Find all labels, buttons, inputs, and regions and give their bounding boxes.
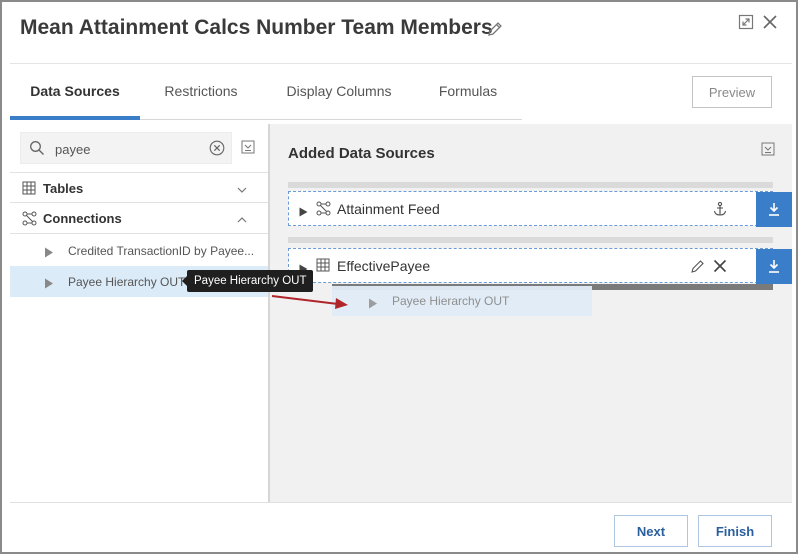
expand-arrow-icon	[368, 296, 378, 309]
section-label: Tables	[43, 181, 84, 196]
drag-arrow-icon	[271, 295, 348, 309]
clear-search-icon[interactable]	[209, 140, 225, 156]
anchor-icon[interactable]	[712, 201, 728, 217]
download-icon	[769, 260, 779, 273]
expand-icon[interactable]	[738, 14, 756, 32]
search-box	[20, 132, 232, 164]
close-icon[interactable]	[762, 14, 780, 32]
collapse-all-icon[interactable]	[241, 140, 255, 154]
tab-display-columns[interactable]: Display Columns	[272, 64, 406, 120]
table-icon	[316, 258, 331, 273]
connection-item-credited-transactionid[interactable]: Credited TransactionID by Payee...	[10, 235, 268, 266]
tab-restrictions[interactable]: Restrictions	[140, 64, 262, 120]
dialog-header: Mean Attainment Calcs Number Team Member…	[2, 2, 796, 62]
tab-formulas[interactable]: Formulas	[416, 64, 520, 120]
next-button[interactable]: Next	[614, 515, 688, 547]
active-tab-indicator	[10, 116, 140, 120]
drop-zone	[288, 182, 773, 188]
section-connections[interactable]: Connections	[10, 203, 268, 234]
data-source-attainment-feed[interactable]: Attainment Feed	[288, 191, 792, 227]
expand-arrow-icon[interactable]	[44, 245, 54, 258]
right-panel: Added Data Sources Attainment Feed Effec…	[270, 124, 792, 502]
dialog-title: Mean Attainment Calcs Number Team Member…	[20, 16, 493, 39]
pencil-icon[interactable]	[690, 258, 706, 274]
download-icon	[769, 203, 779, 216]
preview-button[interactable]: Preview	[692, 76, 772, 108]
chevron-down-icon[interactable]	[236, 183, 248, 195]
pencil-icon[interactable]	[486, 20, 504, 38]
tab-bar: Data Sources Restrictions Display Column…	[10, 64, 522, 120]
tooltip: Payee Hierarchy OUT	[181, 270, 314, 292]
drag-ghost: Payee Hierarchy OUT	[332, 286, 592, 316]
connection-icon	[316, 201, 331, 216]
download-button[interactable]	[756, 192, 792, 227]
dialog: Mean Attainment Calcs Number Team Member…	[0, 0, 798, 554]
collapse-all-icon[interactable]	[761, 142, 775, 156]
chevron-up-icon[interactable]	[236, 213, 248, 225]
section-tables[interactable]: Tables	[10, 172, 268, 203]
search-input[interactable]	[55, 138, 195, 160]
data-source-label: Attainment Feed	[337, 201, 440, 217]
left-panel: Tables Connections Credited TransactionI…	[10, 124, 268, 502]
search-icon	[29, 140, 45, 156]
tab-data-sources[interactable]: Data Sources	[10, 64, 140, 120]
remove-icon[interactable]	[712, 258, 728, 274]
footer-divider	[10, 502, 792, 503]
section-label: Connections	[43, 211, 122, 226]
connection-icon	[22, 211, 37, 226]
finish-button[interactable]: Finish	[698, 515, 772, 547]
expand-arrow-icon[interactable]	[299, 204, 308, 217]
table-icon	[22, 181, 36, 195]
data-source-label: EffectivePayee	[337, 258, 431, 274]
drag-ghost-label: Payee Hierarchy OUT	[392, 294, 510, 308]
drop-zone	[288, 237, 773, 243]
data-source-effectivepayee[interactable]: EffectivePayee	[288, 248, 792, 284]
expand-arrow-icon[interactable]	[44, 276, 54, 289]
right-panel-title: Added Data Sources	[288, 145, 435, 162]
connection-label: Credited TransactionID by Payee...	[68, 244, 254, 258]
download-button[interactable]	[756, 249, 792, 284]
